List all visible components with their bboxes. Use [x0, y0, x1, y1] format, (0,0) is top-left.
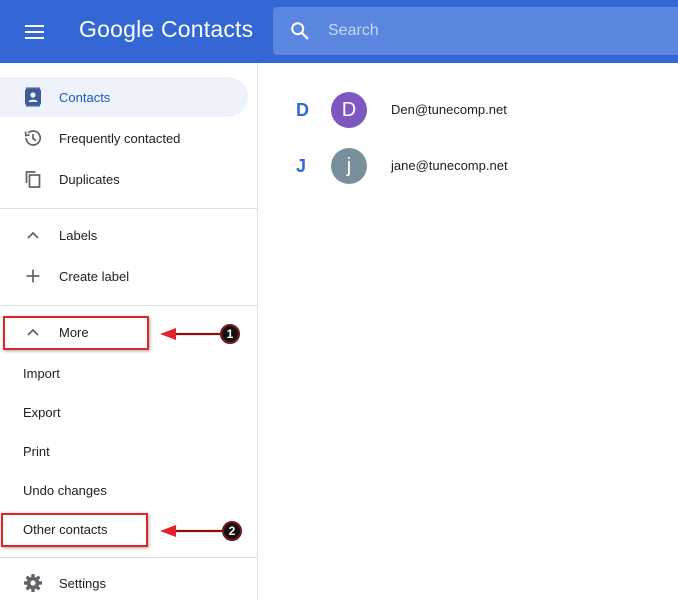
sidebar-divider — [0, 305, 258, 306]
annotation-number-badge: 2 — [222, 521, 242, 541]
plus-icon — [22, 265, 44, 287]
sidebar-item-label: Duplicates — [59, 171, 120, 187]
search-bar[interactable] — [273, 7, 678, 55]
contact-email: jane@tunecomp.net — [391, 158, 508, 173]
sidebar-item-label: Labels — [59, 227, 98, 243]
sidebar-item-label: Frequently contacted — [59, 130, 181, 146]
history-icon — [22, 127, 44, 149]
annotation-number-badge: 1 — [220, 324, 240, 344]
contact-group-letter: D — [296, 100, 309, 120]
chevron-up-icon — [22, 224, 44, 246]
contact-group-letter: J — [296, 156, 307, 176]
contact-avatar[interactable]: D — [331, 92, 367, 128]
contact-row[interactable]: J j jane@tunecomp.net — [259, 140, 678, 194]
sidebar-divider — [0, 208, 258, 209]
annotation-highlight-more — [3, 316, 149, 350]
annotation-arrow-icon — [160, 525, 224, 537]
copy-icon — [22, 168, 44, 190]
main-menu-button[interactable] — [17, 20, 53, 44]
sidebar-item-label: Import — [23, 365, 60, 381]
hamburger-menu-icon — [25, 25, 44, 39]
sidebar-item-contacts[interactable]: Contacts — [0, 77, 248, 117]
contact-avatar[interactable]: j — [331, 148, 367, 184]
sidebar-item-undo-changes[interactable]: Undo changes — [0, 470, 258, 510]
sidebar-item-label: Create label — [59, 268, 130, 284]
sidebar-item-labels[interactable]: Labels — [0, 215, 258, 255]
sidebar-item-label: Export — [23, 404, 61, 420]
sidebar-item-settings[interactable]: Settings — [0, 563, 258, 600]
search-input[interactable] — [328, 15, 658, 47]
annotation-highlight-other-contacts — [1, 513, 148, 547]
sidebar-item-create-label[interactable]: Create label — [0, 256, 258, 296]
contact-row[interactable]: D D Den@tunecomp.net — [259, 84, 678, 138]
contacts-card-icon — [22, 86, 44, 108]
sidebar-item-export[interactable]: Export — [0, 392, 258, 432]
app-title[interactable]: Google Contacts — [79, 16, 253, 43]
search-icon[interactable] — [289, 20, 311, 42]
annotation-arrow-icon — [160, 328, 224, 340]
sidebar-item-duplicates[interactable]: Duplicates — [0, 159, 258, 199]
sidebar-item-label: Undo changes — [23, 482, 107, 498]
gear-icon — [22, 572, 44, 594]
sidebar-divider — [0, 557, 258, 558]
sidebar-item-print[interactable]: Print — [0, 431, 258, 471]
sidebar-item-label: Print — [23, 443, 50, 459]
sidebar-item-import[interactable]: Import — [0, 353, 258, 393]
app-header: Google Contacts — [0, 0, 678, 63]
sidebar-item-label: Settings — [59, 575, 106, 591]
sidebar-item-frequently-contacted[interactable]: Frequently contacted — [0, 118, 258, 158]
sidebar-item-label: Contacts — [59, 89, 111, 105]
contact-email: Den@tunecomp.net — [391, 102, 507, 117]
